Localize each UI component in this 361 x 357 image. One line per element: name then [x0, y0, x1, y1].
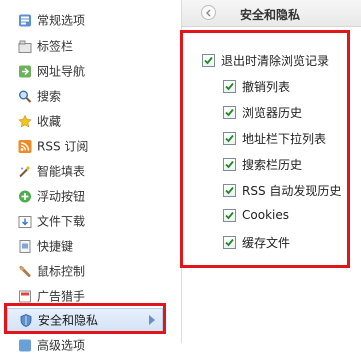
- tab-icon: [17, 39, 32, 54]
- advanced-icon: [17, 338, 32, 353]
- page-title: 安全和隐私: [240, 8, 301, 22]
- highlight-box-sidebar: [4, 303, 166, 334]
- search-icon: [17, 89, 32, 104]
- option-cookies[interactable]: Cookies: [223, 208, 289, 222]
- sidebar-item-rss[interactable]: RSS 订阅: [0, 134, 178, 158]
- ad-icon: [17, 289, 32, 304]
- sidebar-item-favorites[interactable]: 收藏: [0, 109, 178, 133]
- option-label: 搜索栏历史: [242, 158, 303, 172]
- option-rss-autodiscovery[interactable]: RSS 自动发现历史: [223, 182, 341, 199]
- sidebar-item-label: 智能填表: [37, 164, 86, 179]
- option-label: RSS 自动发现历史: [242, 184, 342, 198]
- navigation-icon: [17, 64, 32, 79]
- checkmark-icon: [225, 160, 234, 169]
- sidebar-item-general[interactable]: 常规选项: [0, 8, 178, 32]
- option-undo-list[interactable]: 撤销列表: [223, 78, 290, 95]
- sidebar-item-label: RSS 订阅: [37, 139, 89, 154]
- option-label: 退出时清除浏览记录: [221, 54, 330, 68]
- checkbox[interactable]: [223, 80, 236, 93]
- sidebar-item-label: 快捷键: [37, 239, 74, 254]
- sidebar-item-url-nav[interactable]: 网址导航: [0, 59, 178, 83]
- checkmark-icon: [225, 186, 234, 195]
- sidebar-item-tabbar[interactable]: 标签栏: [0, 34, 178, 58]
- sidebar-item-label: 文件下载: [37, 214, 86, 229]
- options-sidebar: 常规选项 标签栏 网址导航 搜索 收藏 RSS 订阅 智能填表 浮动按钮 文件下…: [0, 0, 180, 353]
- rss-icon: [17, 139, 32, 154]
- option-label: Cookies: [242, 208, 289, 222]
- sidebar-item-download[interactable]: 文件下载: [0, 209, 178, 233]
- option-cache-files[interactable]: 缓存文件: [223, 234, 290, 251]
- plus-circle-icon: [17, 189, 32, 204]
- sidebar-item-label: 网址导航: [37, 64, 86, 79]
- option-label: 缓存文件: [242, 236, 291, 250]
- sidebar-item-search[interactable]: 搜索: [0, 84, 178, 108]
- checkmark-icon: [204, 56, 213, 65]
- sidebar-item-label: 常规选项: [37, 13, 86, 28]
- chevron-left-icon: [205, 9, 210, 16]
- mouse-icon: [17, 264, 32, 279]
- checkbox[interactable]: [223, 236, 236, 249]
- option-label: 地址栏下拉列表: [242, 132, 327, 146]
- download-icon: [17, 214, 32, 229]
- sidebar-item-label: 浮动按钮: [37, 189, 86, 204]
- sidebar-item-label: 鼠标控制: [37, 264, 86, 279]
- settings-icon: [17, 13, 32, 28]
- wand-icon: [17, 164, 32, 179]
- checkmark-icon: [225, 134, 234, 143]
- sidebar-item-label: 收藏: [37, 114, 62, 129]
- option-label: 浏览器历史: [242, 106, 303, 120]
- option-clear-on-exit[interactable]: 退出时清除浏览记录: [202, 52, 329, 69]
- sidebar-item-autofill[interactable]: 智能填表: [0, 159, 178, 183]
- checkmark-icon: [225, 82, 234, 91]
- keyboard-icon: [17, 239, 32, 254]
- panel-header: 安全和隐私: [182, 0, 361, 27]
- checkmark-icon: [225, 108, 234, 117]
- checkmark-icon: [225, 238, 234, 247]
- sidebar-item-label: 搜索: [37, 89, 62, 104]
- option-address-dropdown[interactable]: 地址栏下拉列表: [223, 130, 326, 147]
- checkbox[interactable]: [202, 54, 215, 67]
- star-icon: [17, 114, 32, 129]
- sidebar-item-mouse[interactable]: 鼠标控制: [0, 259, 178, 283]
- sidebar-item-float-button[interactable]: 浮动按钮: [0, 184, 178, 208]
- option-browser-history[interactable]: 浏览器历史: [223, 104, 302, 121]
- sidebar-item-shortcuts[interactable]: 快捷键: [0, 234, 178, 258]
- sidebar-item-label: 高级选项: [37, 338, 86, 353]
- option-search-history[interactable]: 搜索栏历史: [223, 156, 302, 173]
- sidebar-item-label: 广告猎手: [37, 289, 86, 304]
- checkbox[interactable]: [223, 208, 236, 222]
- sidebar-item-advanced[interactable]: 高级选项: [0, 333, 178, 357]
- checkbox[interactable]: [223, 158, 236, 171]
- option-label: 撤销列表: [242, 80, 291, 94]
- sidebar-item-label: 标签栏: [37, 39, 74, 54]
- checkbox[interactable]: [223, 132, 236, 145]
- checkmark-icon: [225, 211, 234, 219]
- checkbox[interactable]: [223, 184, 236, 197]
- back-button[interactable]: [201, 5, 216, 20]
- checkbox[interactable]: [223, 106, 236, 119]
